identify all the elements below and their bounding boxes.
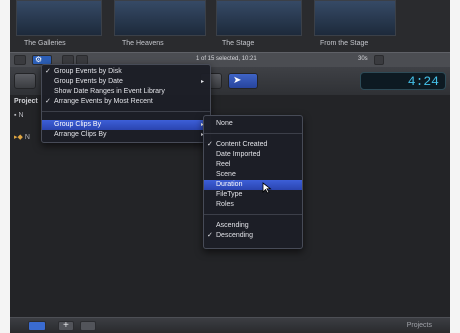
arrow-tool-icon: ➤ [233, 75, 242, 86]
menu-separator [42, 111, 210, 112]
submenu-item-ascending[interactable]: Ascending [204, 221, 302, 231]
menu-item-group-clips-by[interactable]: Group Clips By ▸ [42, 120, 210, 130]
submenu-item-filetype[interactable]: FileType [204, 190, 302, 200]
menu-item-show-date-ranges[interactable]: Show Date Ranges in Event Library [42, 87, 210, 97]
submenu-item-content-created[interactable]: ✓ Content Created [204, 140, 302, 150]
library-toggle-button[interactable] [28, 321, 46, 331]
menu-item-arrange-events-by-most-recent[interactable]: ✓ Arrange Events by Most Recent [42, 97, 210, 107]
clip-label: From the Stage [320, 40, 369, 47]
clip-thumbnail[interactable] [16, 0, 102, 36]
sidebar-item[interactable]: ▪ N [14, 112, 24, 119]
group-clips-by-submenu: None ✓ Content Created Date Imported Ree… [203, 115, 303, 249]
folder-icon: ▸◆ [14, 134, 25, 141]
submenu-item-none[interactable]: None [204, 119, 302, 129]
clip-thumbnail[interactable] [114, 0, 206, 36]
submenu-item-date-imported[interactable]: Date Imported [204, 150, 302, 160]
new-folder-button[interactable] [80, 321, 96, 331]
zoom-slider[interactable] [374, 55, 384, 65]
gear-icon: ⚙ [35, 55, 43, 64]
submenu-item-roles[interactable]: Roles [204, 200, 302, 210]
select-tool-button[interactable]: ➤ [228, 73, 258, 89]
clip-label: The Heavens [122, 40, 164, 47]
submenu-item-scene[interactable]: Scene [204, 170, 302, 180]
projects-label: Projects [406, 322, 432, 329]
show-library-button[interactable] [14, 55, 26, 65]
menu-separator [204, 214, 302, 215]
submenu-item-reel[interactable]: Reel [204, 160, 302, 170]
event-browser-filmstrip: The Galleries The Heavens The Stage From… [10, 0, 450, 52]
menu-item-group-events-by-disk[interactable]: ✓ Group Events by Disk [42, 67, 210, 77]
menu-item-group-events-by-date[interactable]: Group Events by Date ▸ [42, 77, 210, 87]
timecode-value: 4:24 [407, 74, 439, 89]
project-library-heading: Project [14, 98, 38, 105]
clip-thumbnail[interactable] [216, 0, 302, 36]
submenu-item-descending[interactable]: ✓ Descending [204, 231, 302, 241]
sidebar-item[interactable]: ▸◆ N [14, 133, 30, 141]
clip-thumbnail[interactable] [314, 0, 396, 36]
menu-separator [204, 133, 302, 134]
new-project-button[interactable]: + [58, 320, 74, 331]
clip-label: The Galleries [24, 40, 66, 47]
menu-item-arrange-clips-by[interactable]: Arrange Clips By ▸ [42, 130, 210, 140]
dashboard-timecode: 4:24 [360, 72, 446, 90]
bottom-bar: + Projects [10, 317, 450, 333]
import-button[interactable] [14, 73, 36, 89]
action-menu: ✓ Group Events by Disk Group Events by D… [41, 64, 211, 143]
submenu-item-duration[interactable]: Duration [204, 180, 302, 190]
zoom-value: 30s [358, 56, 368, 62]
submenu-arrow-icon: ▸ [200, 79, 204, 85]
mouse-cursor-icon [262, 182, 272, 194]
fcp-window: The Galleries The Heavens The Stage From… [10, 0, 450, 333]
selection-info: 1 of 15 selected, 10:21 [196, 56, 257, 62]
plus-icon: + [63, 320, 69, 331]
clip-label: The Stage [222, 40, 255, 47]
